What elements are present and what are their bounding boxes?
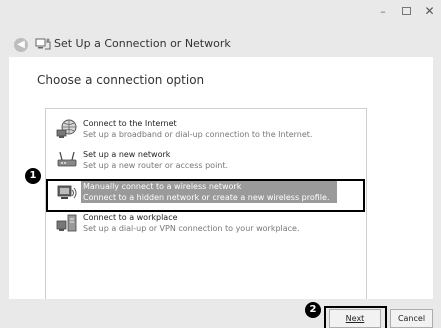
maximize-button[interactable] bbox=[395, 0, 417, 22]
callout-marker-1: 1 bbox=[25, 168, 41, 184]
option-description: Set up a new router or access point. bbox=[83, 161, 229, 170]
maximize-icon bbox=[401, 7, 411, 15]
option-workplace[interactable]: Connect to a workplace Set up a dial-up … bbox=[46, 208, 366, 238]
wizard-title: Set Up a Connection or Network bbox=[54, 37, 231, 50]
option-title: Connect to the Internet bbox=[83, 119, 177, 128]
option-connect-internet[interactable]: Connect to the Internet Set up a broadba… bbox=[46, 114, 366, 144]
option-title: Set up a new network bbox=[83, 150, 171, 159]
option-new-network[interactable]: Set up a new network Set up a new router… bbox=[46, 145, 366, 175]
title-bar: – ✕ bbox=[0, 0, 441, 28]
option-description: Set up a broadband or dial-up connection… bbox=[83, 130, 313, 139]
router-icon bbox=[57, 151, 77, 167]
next-button-label: Next bbox=[345, 314, 365, 323]
option-title: Connect to a workplace bbox=[83, 213, 178, 222]
callout-marker-2: 2 bbox=[305, 302, 321, 318]
content-panel: Choose a connection option Connect to th… bbox=[9, 57, 433, 301]
page-heading: Choose a connection option bbox=[37, 73, 205, 87]
setup-connection-window: – ✕ ◀ Set Up a Connection or Network Cho… bbox=[0, 0, 441, 328]
close-button[interactable]: ✕ bbox=[418, 0, 441, 22]
globe-network-icon bbox=[56, 119, 77, 138]
workplace-vpn-icon bbox=[56, 214, 77, 232]
next-button[interactable]: Next bbox=[329, 309, 381, 328]
network-setup-icon bbox=[35, 38, 51, 50]
option-description: Set up a dial-up or VPN connection to yo… bbox=[83, 224, 300, 233]
back-button[interactable]: ◀ bbox=[14, 38, 28, 52]
annotation-box-option bbox=[46, 179, 365, 212]
minimize-button[interactable]: – bbox=[372, 0, 394, 22]
cancel-button[interactable]: Cancel bbox=[390, 309, 433, 328]
